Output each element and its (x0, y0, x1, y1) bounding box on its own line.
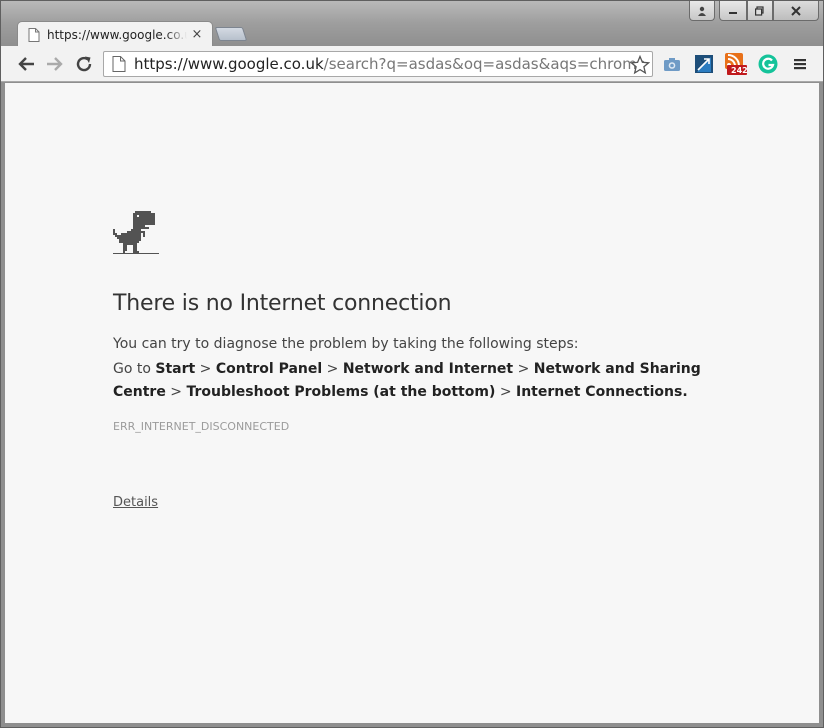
tab-active[interactable]: https://www.google.co.uk × (17, 21, 213, 47)
error-code: ERR_INTERNET_DISCONNECTED (113, 420, 290, 433)
details-link[interactable]: Details (113, 495, 158, 510)
rss-badge-count: 242 (731, 66, 748, 75)
diagnose-lead-text: You can try to diagnose the problem by t… (113, 336, 579, 352)
troubleshoot-steps: Go to Start > Control Panel > Network an… (113, 358, 733, 404)
step-separator: > (170, 384, 183, 400)
step-separator: > (517, 361, 530, 377)
bookmark-star-icon[interactable] (630, 55, 650, 75)
tab-title: https://www.google.co.uk (47, 28, 187, 42)
step-network-and-internet: Network and Internet (342, 361, 514, 377)
url-text[interactable]: https://www.google.co.uk/search?q=asdas&… (134, 55, 644, 73)
step-start: Start (155, 361, 196, 377)
go-to-text: Go to (113, 361, 151, 377)
rss-242-icon[interactable]: 242 (725, 53, 748, 75)
page-content: There is no Internet connection You can … (5, 83, 819, 723)
minimize-icon[interactable] (719, 1, 747, 21)
page-title: There is no Internet connection (113, 291, 452, 316)
step-separator: > (199, 361, 212, 377)
menu-icon[interactable] (789, 53, 811, 75)
user-icon[interactable] (689, 1, 715, 21)
step-separator: > (499, 384, 512, 400)
reload-icon[interactable] (73, 53, 95, 75)
dinosaur-icon (113, 211, 159, 254)
camera-icon[interactable] (661, 53, 683, 75)
step-troubleshoot-problems: Troubleshoot Problems (at the bottom) (186, 384, 496, 400)
grammarly-icon[interactable] (757, 53, 779, 75)
step-internet-connections: Internet Connections. (516, 384, 688, 400)
step-separator: > (326, 361, 339, 377)
step-control-panel: Control Panel (215, 361, 323, 377)
tab-strip: https://www.google.co.uk × (1, 1, 823, 47)
arrow-extension-icon[interactable] (693, 53, 715, 75)
forward-arrow-icon[interactable] (44, 53, 66, 75)
page-icon (112, 56, 126, 72)
maximize-icon[interactable] (747, 1, 773, 21)
close-icon[interactable] (773, 1, 819, 21)
url-path: /search?q=asdas&oq=asdas&aqs=chrome..69 (323, 55, 644, 73)
new-tab-button[interactable] (214, 27, 248, 41)
browser-window: https://www.google.co.uk × https://www.g… (0, 0, 824, 728)
url-host: https://www.google.co.uk (134, 55, 324, 73)
address-bar[interactable]: https://www.google.co.uk/search?q=asdas&… (103, 51, 653, 77)
page-icon (28, 28, 40, 42)
toolbar: https://www.google.co.uk/search?q=asdas&… (1, 46, 823, 82)
window-controls (689, 1, 819, 21)
tab-close-icon[interactable]: × (190, 27, 204, 42)
back-arrow-icon[interactable] (15, 53, 37, 75)
